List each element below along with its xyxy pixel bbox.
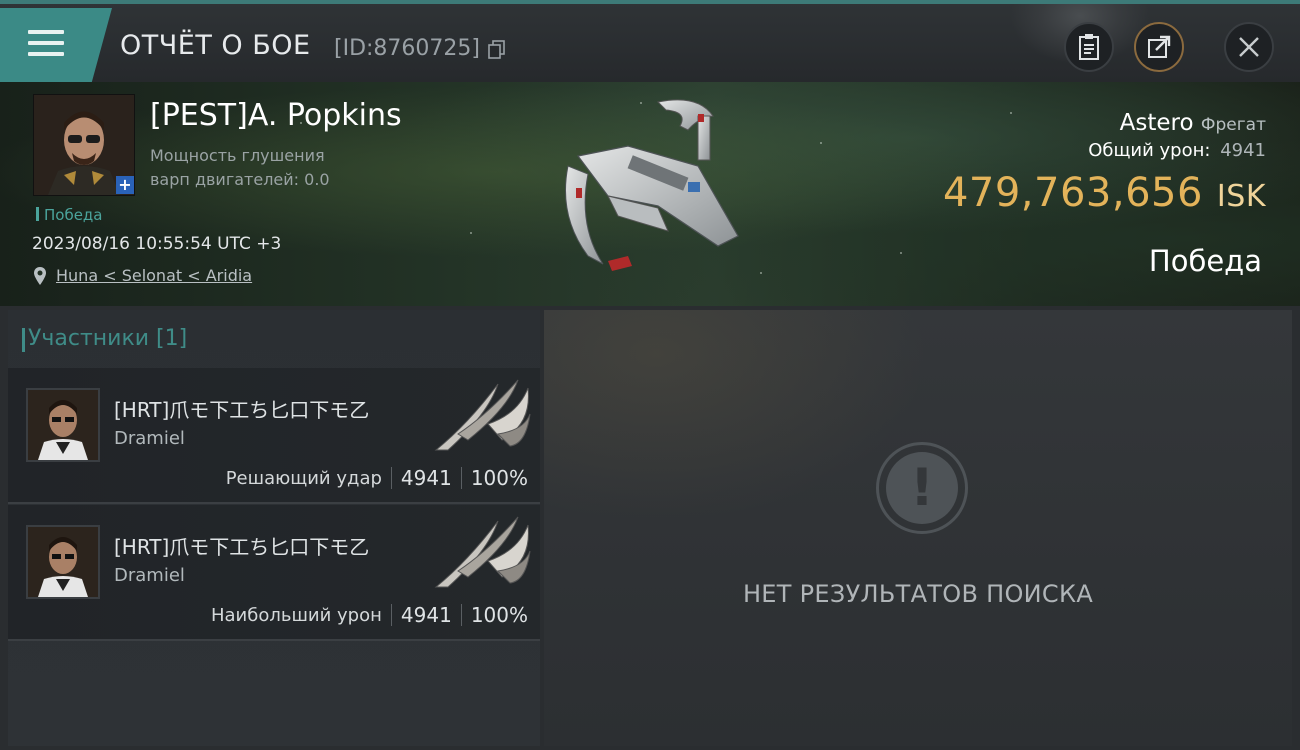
- participant-percent: 100%: [470, 466, 528, 490]
- total-damage-label: Общий урон:: [1088, 140, 1211, 161]
- exclamation-icon: !: [876, 442, 968, 534]
- ship-name[interactable]: Astero Фрегат: [1120, 110, 1266, 136]
- participants-title[interactable]: Участники [1]: [21, 326, 187, 352]
- participant-damage: 4941: [400, 603, 452, 627]
- detail-panel: ! НЕТ РЕЗУЛЬТАТОВ ПОИСКА: [544, 310, 1292, 746]
- participant-name[interactable]: [HRT]爪モ下工ち匕口下モ乙: [114, 394, 369, 423]
- divider: [390, 604, 392, 626]
- menu-icon: [28, 30, 64, 60]
- ship-model: Astero: [1119, 110, 1194, 136]
- participant-portrait-image: [28, 527, 98, 597]
- location-link[interactable]: Huna < Selonat < Aridia: [56, 266, 252, 285]
- participant-ship: Dramiel: [114, 428, 185, 449]
- victim-name[interactable]: [PEST]A. Popkins: [150, 98, 402, 133]
- participant-row[interactable]: [HRT]爪モ下工ち匕口下モ乙 Dramiel Решающий удар 49…: [8, 368, 540, 504]
- kill-banner: + [PEST]A. Popkins Мощность глушения вар…: [0, 82, 1300, 306]
- close-button[interactable]: [1224, 22, 1274, 72]
- participant-stats: Наибольший урон 4941 100%: [211, 603, 528, 627]
- ship-dramiel-image[interactable]: [428, 374, 532, 452]
- corp-badge: +: [116, 176, 134, 194]
- share-button[interactable]: [1134, 22, 1184, 72]
- stat-line-1: Мощность глушения: [150, 146, 325, 165]
- location-pin-icon: [34, 267, 46, 285]
- victim-stat: Мощность глушения варп двигателей: 0.0: [150, 144, 330, 192]
- close-icon: [1239, 37, 1259, 57]
- participant-role: Наибольший урон: [210, 604, 382, 626]
- participant-percent: 100%: [470, 603, 528, 627]
- participant-damage: 4941: [400, 466, 452, 490]
- isk-unit: ISK: [1216, 179, 1266, 214]
- stat-line-2: варп двигателей: 0.0: [150, 170, 330, 189]
- menu-button[interactable]: [0, 8, 112, 82]
- participant-name[interactable]: [HRT]爪モ下工ち匕口下モ乙: [114, 531, 369, 560]
- status-tag: Победа: [36, 206, 103, 224]
- copy-icon[interactable]: [488, 40, 506, 60]
- isk-value: 479,763,656 ISK: [943, 170, 1266, 216]
- participant-portrait[interactable]: [26, 525, 100, 599]
- participants-panel: Участники [1] [HRT]爪モ下工ち匕口下モ乙 Dramiel Ре…: [8, 310, 540, 746]
- page-title: ОТЧЁТ О БОЕ: [120, 30, 311, 61]
- participant-portrait[interactable]: [26, 388, 100, 462]
- total-damage: Общий урон: 4941: [1088, 140, 1266, 161]
- divider: [460, 604, 462, 626]
- participant-role: Решающий удар: [225, 467, 382, 489]
- ship-dramiel-image[interactable]: [428, 511, 532, 589]
- share-icon: [1148, 35, 1171, 58]
- header-bar: ОТЧЁТ О БОЕ [ID:8760725]: [0, 0, 1300, 82]
- clipboard-button[interactable]: [1064, 22, 1114, 72]
- divider: [390, 467, 392, 489]
- participant-ship: Dramiel: [114, 565, 185, 586]
- total-damage-value: 4941: [1220, 140, 1266, 161]
- participant-row[interactable]: [HRT]爪モ下工ち匕口下モ乙 Dramiel Наибольший урон …: [8, 505, 540, 641]
- ship-class: Фрегат: [1200, 115, 1266, 135]
- isk-amount: 479,763,656: [942, 170, 1203, 216]
- empty-state-message: НЕТ РЕЗУЛЬТАТОВ ПОИСКА: [742, 580, 1094, 608]
- battle-result: Победа: [1148, 244, 1262, 278]
- participant-portrait-image: [28, 390, 98, 460]
- timestamp: 2023/08/16 10:55:54 UTC +3: [32, 234, 282, 254]
- participant-stats: Решающий удар 4941 100%: [226, 466, 528, 490]
- ship-astero-image[interactable]: [548, 96, 758, 281]
- report-id: [ID:8760725]: [334, 36, 480, 61]
- divider: [460, 467, 462, 489]
- clipboard-icon: [1079, 34, 1099, 60]
